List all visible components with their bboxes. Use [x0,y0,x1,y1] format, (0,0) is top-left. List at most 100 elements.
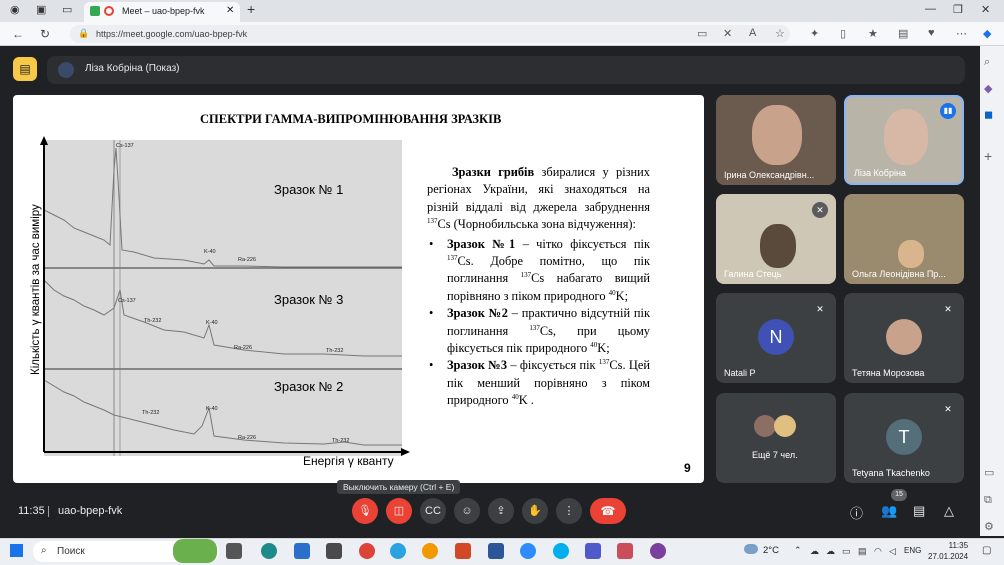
settings-menu-icon[interactable]: ⋯ [956,27,967,40]
app-icon[interactable] [617,543,633,559]
collections-icon[interactable]: ▤ [898,27,908,40]
tab-actions-icon[interactable]: ▭ [62,3,72,16]
participant-tile[interactable]: T ✕ Tetyana Tkachenko [844,393,964,483]
clipboard-icon[interactable]: ▤ [858,546,867,557]
zoom-icon[interactable] [520,543,536,559]
meeting-info-icon[interactable]: ⓘ [850,503,863,522]
mail-icon[interactable] [294,543,310,559]
notifications-icon[interactable]: ▢ [982,545,991,556]
participant-tile[interactable]: ✕ Галина Стець [716,194,836,284]
onedrive-icon[interactable]: ☁ [826,546,835,557]
open-window-icon[interactable]: ⧉ [984,494,992,507]
close-tab-icon[interactable]: ✕ [226,5,234,16]
read-aloud-icon[interactable]: A [749,27,756,39]
sup: 137 [598,358,610,367]
more-options-button[interactable]: ⋮ [556,498,582,524]
search-sidebar-icon[interactable]: ⌕ [984,56,990,69]
chat-icon[interactable]: ▤ [913,503,925,519]
task-view-icon[interactable] [226,543,242,559]
close-window-icon[interactable]: ✕ [981,3,990,16]
profile-icon[interactable]: ◉ [10,3,20,16]
add-sidebar-app-icon[interactable]: + [984,148,992,164]
copilot-sidebar-icon[interactable]: ◆ [984,82,992,95]
camera-permission-icon[interactable]: ▭ [697,27,707,40]
language-indicator[interactable]: ENG [904,546,921,555]
participant-name: Галина Стець [724,269,782,279]
bullet-sample-3: Зразок №3 – фіксується пік 137Cs. Цей пі… [427,357,650,409]
workspaces-icon[interactable]: ▣ [36,3,46,16]
split-screen-icon[interactable]: ▯ [840,27,846,40]
leave-call-button[interactable]: ☎ [590,498,626,524]
chrome-icon[interactable] [359,543,375,559]
teams-icon[interactable] [585,543,601,559]
reload-icon[interactable]: ↻ [40,27,50,41]
mic-off-icon: ✕ [812,301,828,317]
favorites-bar-icon[interactable]: ★ [868,27,878,40]
tab-title: Meet – uao-bpep-fvk [122,6,205,16]
activities-icon[interactable]: △ [944,503,954,519]
viber-icon[interactable] [650,543,666,559]
display-icon[interactable]: ▭ [842,546,851,557]
edge-icon[interactable] [261,543,277,559]
camera-tooltip: Выключить камеру (Ctrl + E) [337,480,461,494]
more-participants-tile[interactable]: Ещё 7 чел. [716,393,836,483]
intro-paragraph: Зразки грибів збиралися у різних регіона… [427,164,650,234]
favorite-icon[interactable]: ☆ [775,27,785,40]
mic-off-icon: ✕ [940,401,956,417]
start-icon[interactable] [10,544,23,557]
spectrum-axes [40,136,410,456]
meeting-time: 11:35 [18,505,45,517]
browser-icon[interactable] [422,543,438,559]
volume-icon[interactable]: ◁ [889,546,896,557]
participant-name: Тетяна Морозова [852,368,925,378]
participant-tile[interactable]: Ірина Олександрівн... [716,95,836,185]
separator [48,506,49,517]
presenter-label: Ліза Кобріна (Показ) [85,63,180,74]
participant-tile-speaking[interactable]: ▮▮ Ліза Кобріна [844,95,964,185]
mic-off-icon: ✕ [940,301,956,317]
sidebar-layout-icon[interactable]: ▭ [984,466,994,479]
tab-meet[interactable]: Meet – uao-bpep-fvk ✕ [84,2,240,22]
store-icon[interactable] [326,543,342,559]
taskbar-search[interactable]: ⌕ Поиск [33,539,219,563]
url-field[interactable]: 🔒 https://meet.google.com/uao-bpep-fvk [70,25,790,43]
tray-chevron-icon[interactable]: ⌃ [794,545,802,556]
weather-icon [744,544,758,554]
bullet-bold: Зразок №3 [447,358,508,373]
participant-tile[interactable]: ✕ Тетяна Морозова [844,293,964,383]
mic-blocked-icon[interactable]: ✕ [723,27,732,40]
outlook-icon[interactable]: ◼ [984,108,993,121]
stop-presenting-icon[interactable]: ▤ [13,57,37,81]
new-tab-icon[interactable]: + [247,1,255,17]
bullet-text: K; [615,288,629,303]
skype-icon[interactable] [553,543,569,559]
people-icon[interactable]: 👥 [881,503,897,519]
participant-tile[interactable]: N ✕ Natali P [716,293,836,383]
minimize-icon[interactable]: — [925,3,936,15]
powerpoint-icon[interactable] [455,543,471,559]
camera-toggle-button[interactable]: ◫ [386,498,412,524]
intro-tail: Cs (Чорнобильська зона відчуження): [437,217,636,232]
slide-body-text: Зразки грибів збиралися у різних регіона… [427,164,650,410]
taskbar-clock[interactable]: 11:35 27.01.2024 [928,540,968,562]
raise-hand-button[interactable]: ✋ [522,498,548,524]
present-button[interactable]: ⇪ [488,498,514,524]
maximize-icon[interactable]: ❐ [953,3,963,16]
performance-icon[interactable]: ♥ [928,27,935,39]
mic-toggle-button[interactable]: 🎙 [352,498,378,524]
sup: 137 [427,217,438,226]
wifi-icon[interactable]: ◠ [874,546,882,557]
cloud-icon[interactable]: ☁ [810,546,819,557]
telegram-icon[interactable] [390,543,406,559]
captions-button[interactable]: CC [420,498,446,524]
slide-page-number: 9 [684,461,691,475]
copilot-icon[interactable]: ◆ [983,27,991,40]
bullet-text: – чітко фіксується пік [522,236,650,251]
word-icon[interactable] [488,543,504,559]
presentation-header [47,56,965,84]
extensions-icon[interactable]: ✦ [810,27,819,40]
back-icon[interactable]: ← [12,27,24,41]
sidebar-settings-icon[interactable]: ⚙ [984,520,994,533]
emoji-button[interactable]: ☺ [454,498,480,524]
participant-tile[interactable]: Ольга Леонідівна Пр... [844,194,964,284]
